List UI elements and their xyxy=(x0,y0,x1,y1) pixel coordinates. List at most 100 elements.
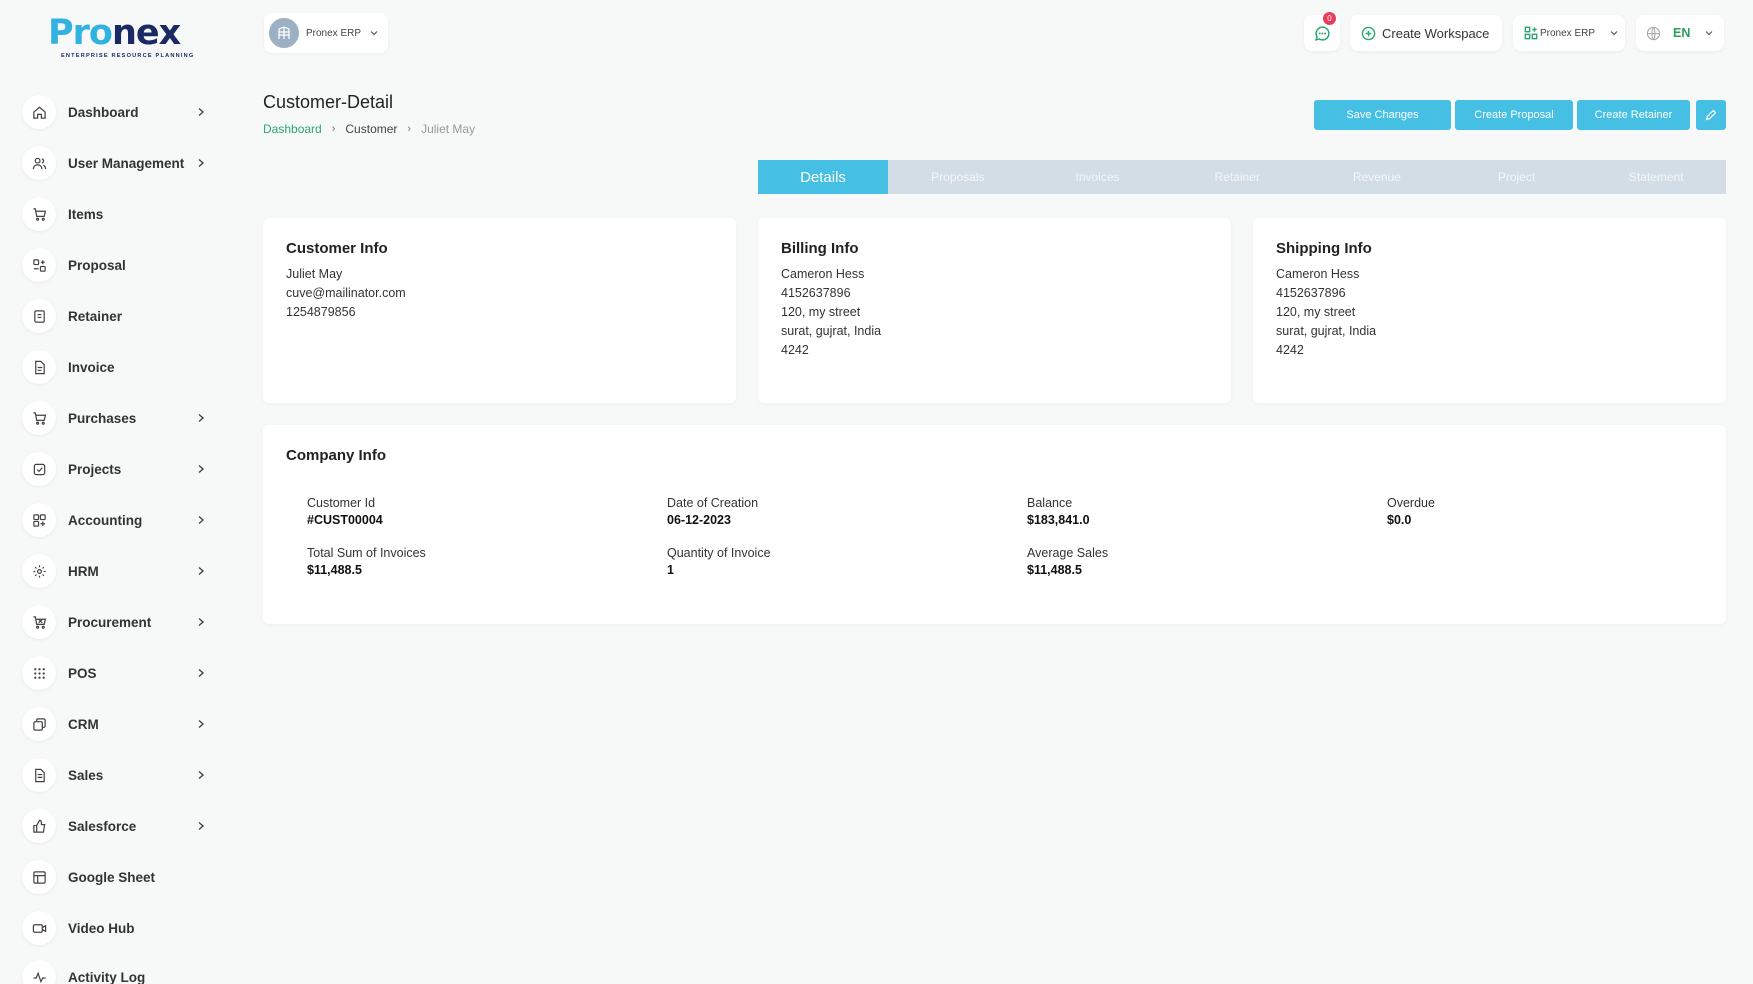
sidebar-item-salesforce[interactable]: Salesforce xyxy=(22,807,218,845)
billing-info-card: Billing Info Cameron Hess 4152637896 120… xyxy=(758,218,1231,403)
sidebar: Pronex ENTERPRISE RESOURCE PLANNING Dash… xyxy=(0,0,238,984)
stat-overdue: Overdue $0.0 xyxy=(1387,496,1435,527)
shipping-phone: 4152637896 xyxy=(1276,286,1346,300)
notification-badge: 0 xyxy=(1323,12,1336,25)
page-title: Customer-Detail xyxy=(263,92,394,112)
sidebar-item-purchases[interactable]: Purchases xyxy=(22,399,218,437)
breadcrumb-customer[interactable]: Customer xyxy=(345,122,397,136)
hrm-icon xyxy=(22,554,56,588)
sidebar-item-user-management[interactable]: User Management xyxy=(22,144,218,182)
chevron-right-icon xyxy=(198,464,205,474)
sidebar-item-proposal[interactable]: Proposal xyxy=(22,246,218,284)
sidebar-item-label: Dashboard xyxy=(68,104,139,120)
sidebar-item-hrm[interactable]: HRM xyxy=(22,552,218,590)
sidebar-item-items[interactable]: Items xyxy=(22,195,218,233)
pencil-icon xyxy=(1705,109,1717,121)
check-square-icon xyxy=(22,452,56,486)
shipping-street: 120, my street xyxy=(1276,305,1356,319)
grid-plus-icon xyxy=(22,503,56,537)
card-title: Customer Info xyxy=(286,240,388,257)
save-changes-button[interactable]: Save Changes xyxy=(1314,100,1451,130)
chevron-right-icon xyxy=(198,821,205,831)
plus-circle-icon xyxy=(1361,26,1376,40)
chevron-right-icon xyxy=(198,515,205,525)
card-title: Billing Info xyxy=(781,240,859,257)
sidebar-item-retainer[interactable]: Retainer xyxy=(22,297,218,335)
customer-phone: 1254879856 xyxy=(286,305,356,319)
proposal-icon xyxy=(22,248,56,282)
sidebar-item-label: Proposal xyxy=(68,257,126,273)
tab-invoices[interactable]: Invoices xyxy=(1028,160,1168,194)
sidebar-item-label: Sales xyxy=(68,767,104,783)
sidebar-item-procurement[interactable]: Procurement xyxy=(22,603,218,641)
sidebar-item-label: Activity Log xyxy=(68,969,146,984)
logo[interactable]: Pronex ENTERPRISE RESOURCE PLANNING xyxy=(48,14,195,62)
video-icon xyxy=(22,911,56,945)
stat-total-invoices: Total Sum of Invoices $11,488.5 xyxy=(307,546,426,577)
sidebar-item-label: Video Hub xyxy=(68,920,135,936)
create-proposal-button[interactable]: Create Proposal xyxy=(1455,100,1573,130)
chevron-right-icon xyxy=(198,107,205,117)
sidebar-item-projects[interactable]: Projects xyxy=(22,450,218,488)
shipping-city: surat, gujrat, India xyxy=(1276,324,1377,338)
edit-button[interactable] xyxy=(1696,100,1726,130)
tab-revenue[interactable]: Revenue xyxy=(1307,160,1447,194)
chevron-down-icon xyxy=(1610,31,1618,36)
erp-switcher[interactable]: Pronex ERP xyxy=(1513,15,1625,51)
workspace-name: Pronex ERP xyxy=(306,27,362,39)
logo-tagline: ENTERPRISE RESOURCE PLANNING xyxy=(61,53,195,59)
retainer-icon xyxy=(22,299,56,333)
billing-name: Cameron Hess xyxy=(781,267,865,281)
chevron-down-icon xyxy=(370,31,378,36)
tab-details[interactable]: Details xyxy=(758,160,888,194)
stat-average-sales: Average Sales $11,488.5 xyxy=(1027,546,1109,577)
chevron-right-icon xyxy=(198,668,205,678)
cart-icon xyxy=(22,197,56,231)
tab-project[interactable]: Project xyxy=(1447,160,1587,194)
tab-proposals[interactable]: Proposals xyxy=(888,160,1028,194)
sidebar-item-label: Projects xyxy=(68,461,122,477)
chevron-right-icon: › xyxy=(407,123,412,135)
file-icon xyxy=(22,758,56,792)
customer-name: Juliet May xyxy=(286,267,343,281)
sidebar-item-pos[interactable]: POS xyxy=(22,654,218,692)
sidebar-item-video-hub[interactable]: Video Hub xyxy=(22,909,218,947)
sidebar-item-label: User Management xyxy=(68,155,185,171)
chevron-right-icon: › xyxy=(331,123,336,135)
language-selector[interactable]: EN xyxy=(1636,15,1724,51)
breadcrumb-current: Juliet May xyxy=(421,122,476,136)
sidebar-item-label: Google Sheet xyxy=(68,869,156,885)
messages-button[interactable]: 0 xyxy=(1304,12,1340,51)
chevron-right-icon xyxy=(198,770,205,780)
chevron-right-icon xyxy=(198,413,205,423)
sidebar-item-dashboard[interactable]: Dashboard xyxy=(22,93,218,131)
stat-customer-id: Customer Id #CUST00004 xyxy=(307,496,383,527)
breadcrumb: Dashboard › Customer › Juliet May xyxy=(263,122,475,136)
sidebar-item-accounting[interactable]: Accounting xyxy=(22,501,218,539)
sidebar-item-google-sheet[interactable]: Google Sheet xyxy=(22,858,218,896)
billing-city: surat, gujrat, India xyxy=(781,324,882,338)
sidebar-item-activity-log[interactable]: Activity Log xyxy=(22,958,218,984)
tab-statement[interactable]: Statement xyxy=(1586,160,1726,194)
sidebar-item-label: Purchases xyxy=(68,410,137,426)
sidebar-item-label: Items xyxy=(68,206,104,222)
chevron-right-icon xyxy=(198,617,205,627)
crm-icon xyxy=(22,707,56,741)
sidebar-item-crm[interactable]: CRM xyxy=(22,705,218,743)
building-icon xyxy=(269,18,299,48)
sidebar-item-invoice[interactable]: Invoice xyxy=(22,348,218,386)
workspace-selector[interactable]: Pronex ERP xyxy=(264,13,388,53)
sidebar-item-label: Accounting xyxy=(68,512,143,528)
table-icon xyxy=(22,860,56,894)
create-retainer-button[interactable]: Create Retainer xyxy=(1577,100,1690,130)
tab-retainer[interactable]: Retainer xyxy=(1167,160,1307,194)
invoice-icon xyxy=(22,350,56,384)
sidebar-item-sales[interactable]: Sales xyxy=(22,756,218,794)
create-workspace-button[interactable]: Create Workspace xyxy=(1350,15,1502,51)
breadcrumb-dashboard[interactable]: Dashboard xyxy=(263,122,322,136)
chevron-down-icon xyxy=(1705,31,1713,36)
sidebar-item-label: Procurement xyxy=(68,614,152,630)
create-workspace-label: Create Workspace xyxy=(1382,25,1490,41)
sidebar-item-label: Salesforce xyxy=(68,818,137,834)
chevron-right-icon xyxy=(198,158,205,168)
